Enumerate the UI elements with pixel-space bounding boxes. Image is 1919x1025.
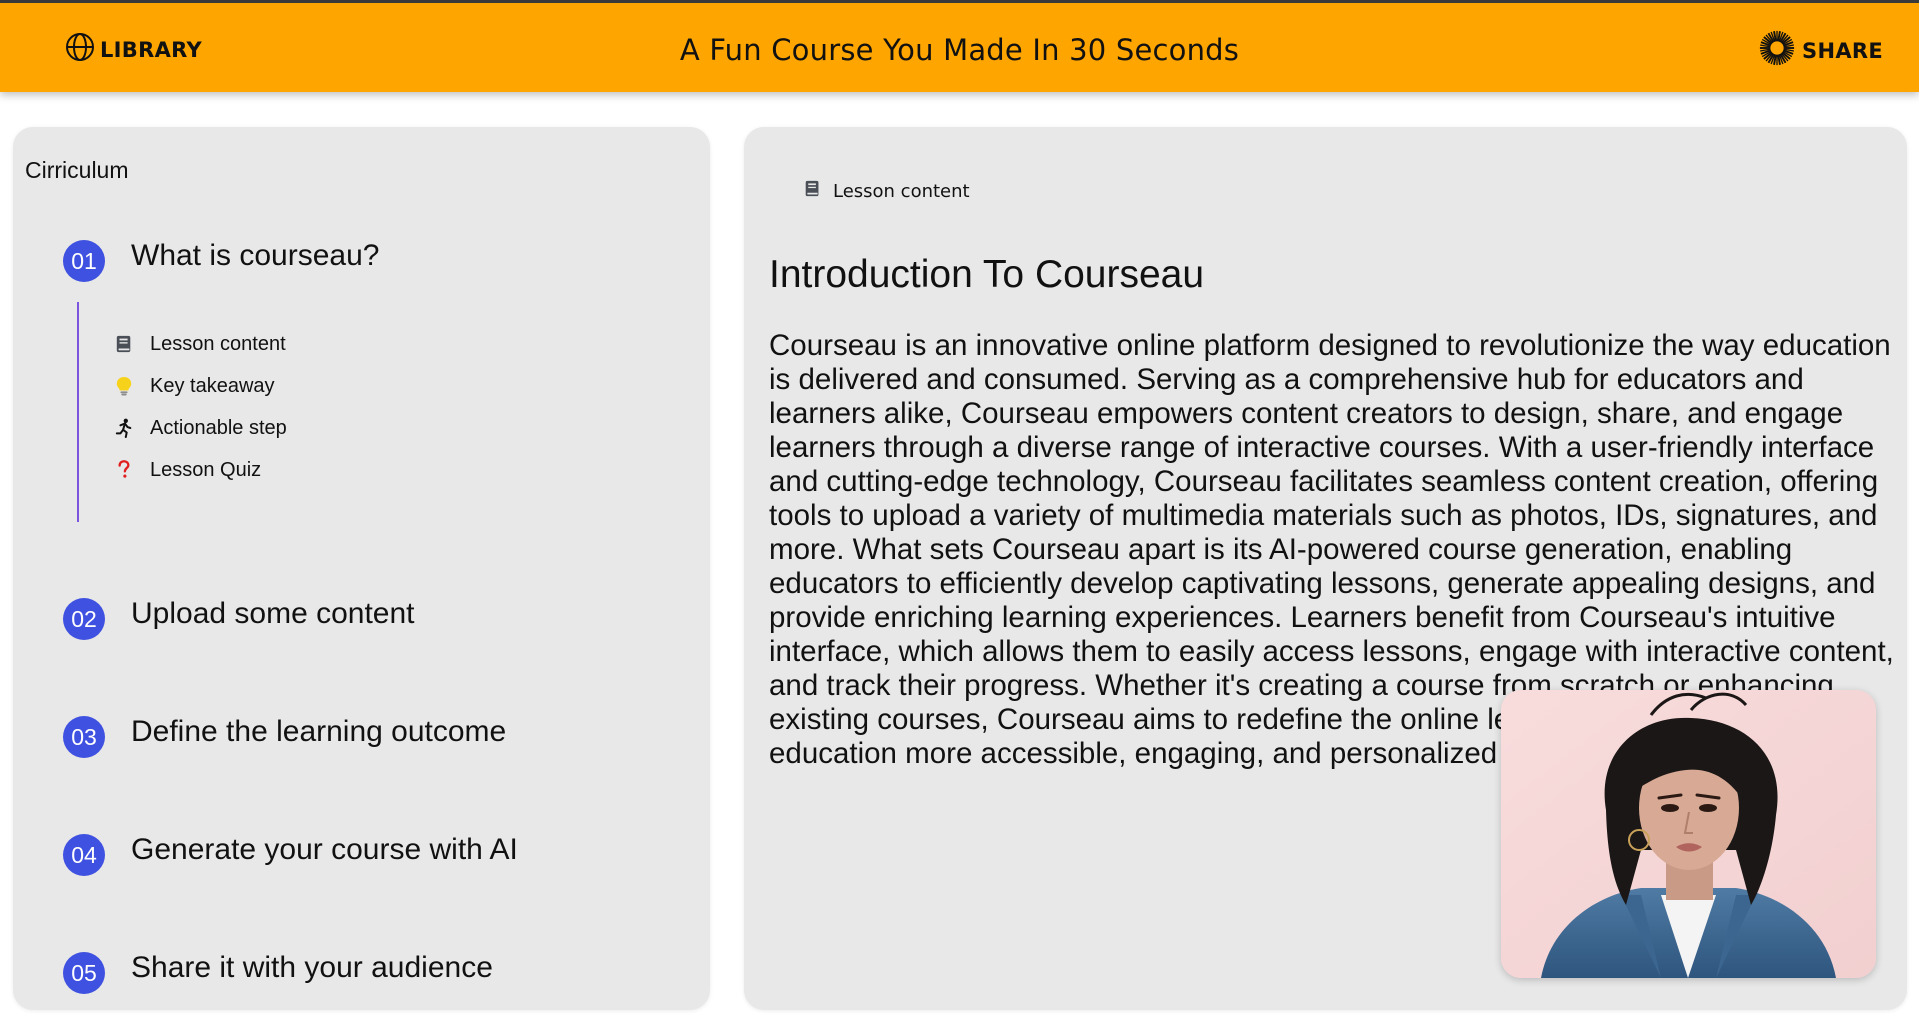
module-title: What is courseau? bbox=[131, 239, 380, 272]
module-number-badge: 04 bbox=[63, 834, 105, 876]
presenter-video[interactable] bbox=[1501, 690, 1876, 978]
presenter-avatar-image bbox=[1501, 690, 1876, 978]
lesson-item-lesson-quiz[interactable]: Lesson Quiz bbox=[113, 449, 287, 491]
lesson-item-actionable-step[interactable]: Actionable step bbox=[113, 407, 287, 449]
lesson-item-label: Key takeaway bbox=[150, 374, 275, 397]
book-icon bbox=[113, 333, 135, 355]
curriculum-title: Cirriculum bbox=[25, 157, 129, 183]
module-number-badge: 05 bbox=[63, 952, 105, 994]
module-title: Share it with your audience bbox=[131, 951, 493, 984]
module-item-02[interactable]: 02 Upload some content bbox=[63, 597, 415, 640]
module-title: Define the learning outcome bbox=[131, 715, 507, 748]
module-item-05[interactable]: 05 Share it with your audience bbox=[63, 951, 493, 994]
top-bar: LIBRARY A Fun Course You Made In 30 Seco… bbox=[0, 0, 1919, 92]
lesson-title: Introduction To Courseau bbox=[769, 253, 1205, 296]
module-title: Generate your course with AI bbox=[131, 833, 518, 866]
curriculum-panel: Cirriculum 01 What is courseau? Lesson c… bbox=[13, 127, 710, 1010]
module-number-badge: 03 bbox=[63, 716, 105, 758]
course-title: A Fun Course You Made In 30 Seconds bbox=[679, 33, 1240, 67]
lesson-item-label: Lesson content bbox=[150, 332, 286, 355]
sun-burst-icon bbox=[1758, 29, 1796, 72]
module-item-03[interactable]: 03 Define the learning outcome bbox=[63, 715, 506, 758]
lesson-item-label: Lesson Quiz bbox=[150, 458, 262, 481]
module-item-04[interactable]: 04 Generate your course with AI bbox=[63, 833, 518, 876]
module-title: Upload some content bbox=[131, 597, 415, 630]
lesson-item-key-takeaway[interactable]: Key takeaway bbox=[113, 365, 287, 407]
module-01-lessons: Lesson content Key takeaway Actionable s… bbox=[113, 323, 287, 491]
module-number-badge: 02 bbox=[63, 598, 105, 640]
module-timeline bbox=[77, 302, 79, 522]
share-button[interactable]: SHARE bbox=[1758, 29, 1883, 72]
share-label: SHARE bbox=[1802, 38, 1883, 63]
lesson-item-label: Actionable step bbox=[150, 416, 287, 439]
lesson-section-label: Lesson content bbox=[833, 180, 970, 202]
lightbulb-icon bbox=[113, 375, 135, 397]
lesson-section-tag: Lesson content bbox=[804, 179, 970, 203]
book-icon bbox=[804, 179, 821, 203]
module-item-01[interactable]: 01 What is courseau? bbox=[63, 239, 379, 282]
question-mark-icon bbox=[113, 459, 135, 481]
lesson-item-lesson-content[interactable]: Lesson content bbox=[113, 323, 287, 365]
module-number-badge: 01 bbox=[63, 240, 105, 282]
running-person-icon bbox=[113, 417, 135, 439]
